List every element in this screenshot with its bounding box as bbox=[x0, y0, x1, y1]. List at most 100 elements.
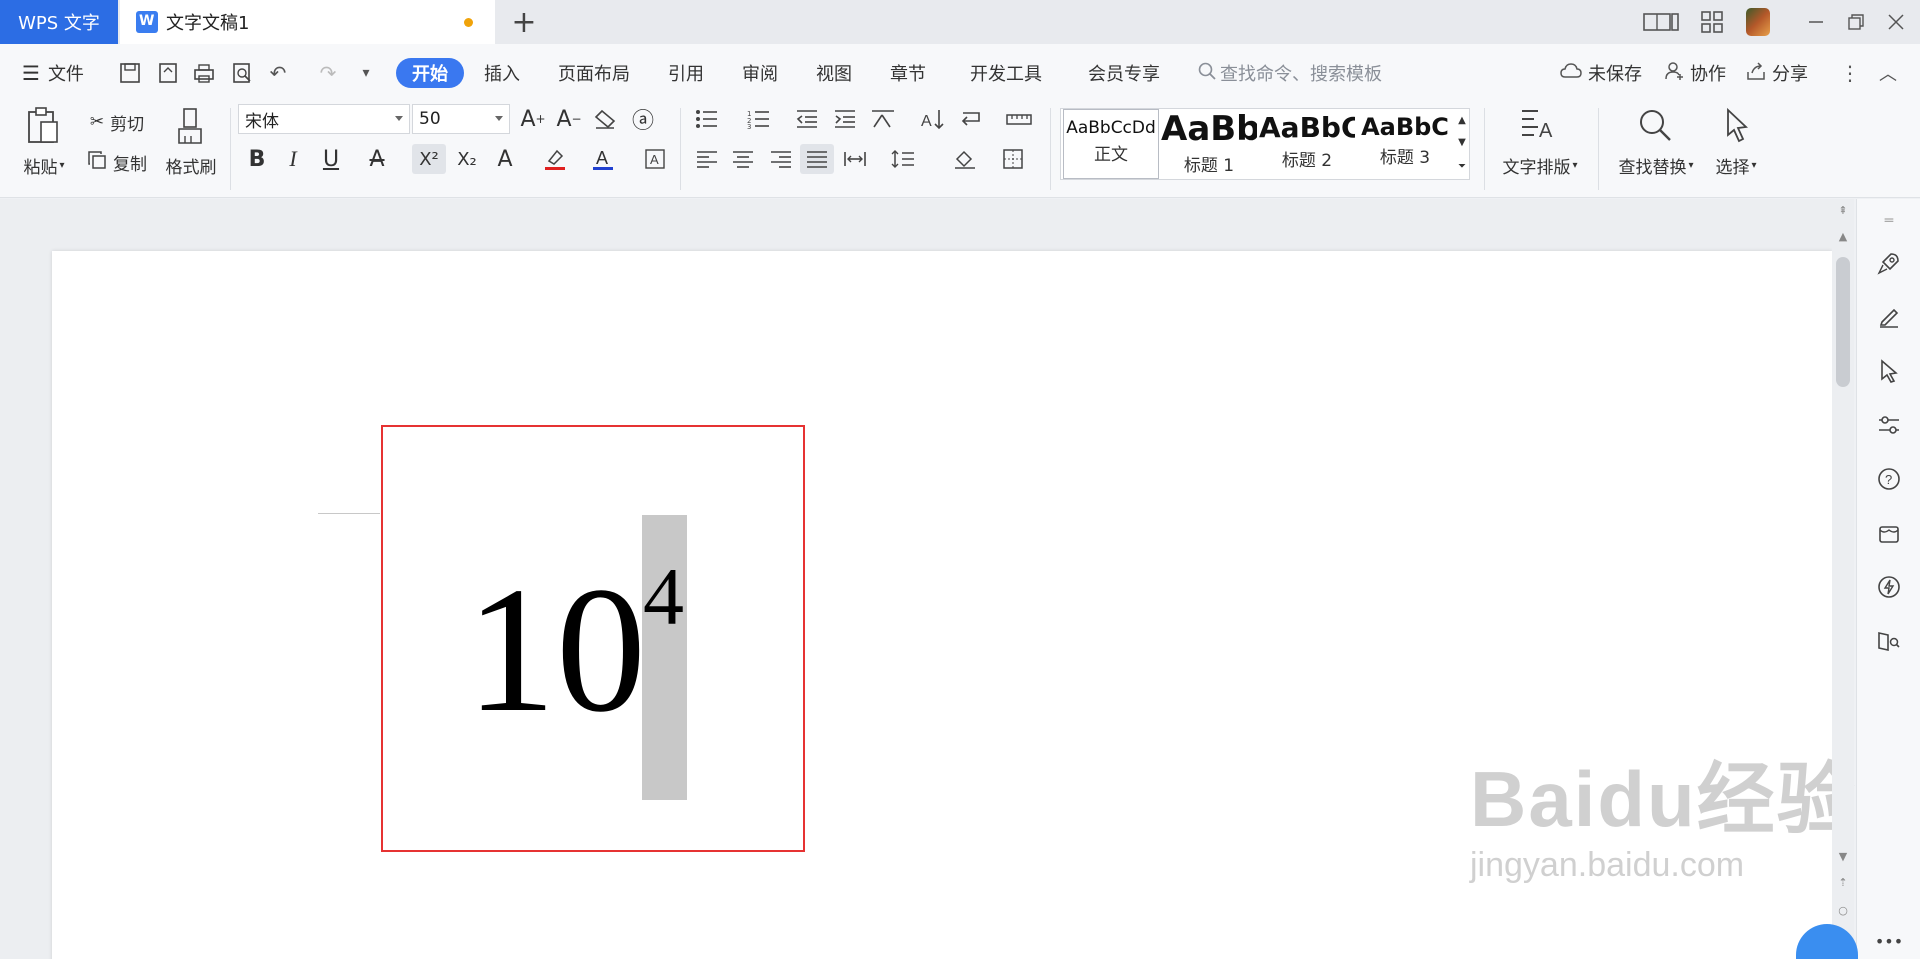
app-tab[interactable]: WPS 文字 bbox=[0, 0, 118, 44]
settings-sliders-icon[interactable] bbox=[1875, 411, 1903, 439]
phonetic-guide-icon[interactable]: ⓐ bbox=[626, 104, 660, 134]
tab-developer[interactable]: 开发工具 bbox=[970, 58, 1042, 88]
copy-button[interactable]: 复制 bbox=[80, 146, 154, 178]
tab-chapter[interactable]: 章节 bbox=[890, 58, 926, 88]
font-name-select[interactable]: 宋体 bbox=[238, 104, 410, 134]
underline-icon[interactable]: U bbox=[314, 144, 348, 174]
scrollbar-thumb[interactable] bbox=[1836, 257, 1850, 387]
text-layout-icon[interactable]: A bbox=[1506, 104, 1572, 146]
shading-icon[interactable] bbox=[948, 144, 982, 174]
tab-start[interactable]: 开始 bbox=[396, 58, 464, 88]
minimize-icon[interactable] bbox=[1802, 8, 1830, 36]
more-icon[interactable]: ••• bbox=[1875, 927, 1903, 955]
scroll-up-icon[interactable]: ▲ bbox=[1836, 229, 1850, 243]
style-normal[interactable]: AaBbCcDd 正文 bbox=[1063, 109, 1159, 179]
decrease-font-size-icon[interactable]: A − bbox=[552, 104, 586, 134]
paste-button[interactable]: 粘贴 ▾ bbox=[16, 152, 72, 178]
font-color-icon[interactable]: A bbox=[586, 144, 620, 174]
save-icon[interactable] bbox=[116, 58, 144, 88]
italic-icon[interactable]: I bbox=[276, 144, 310, 174]
vertical-scrollbar[interactable]: ⇞ ▲ ▼ ⇡ ○ ⇣ bbox=[1832, 199, 1854, 959]
format-painter-icon[interactable] bbox=[162, 104, 218, 148]
style-heading-2[interactable]: AaBbC 标题 2 bbox=[1259, 109, 1355, 179]
unsaved-status[interactable]: 未保存 bbox=[1560, 58, 1642, 88]
increase-indent-icon[interactable] bbox=[828, 104, 862, 134]
file-menu[interactable]: ☰ 文件 bbox=[22, 58, 84, 88]
more-options-icon[interactable]: ⋮ bbox=[1836, 58, 1864, 88]
styles-scroll-up-icon[interactable]: ▲ bbox=[1454, 110, 1470, 130]
distributed-align-icon[interactable] bbox=[838, 144, 872, 174]
style-heading-3[interactable]: AaBbC 标题 3 bbox=[1357, 109, 1453, 179]
pen-edit-icon[interactable] bbox=[1875, 303, 1903, 331]
text-effect-icon[interactable]: A bbox=[488, 144, 522, 174]
reading-layout-icon[interactable] bbox=[1642, 8, 1680, 36]
undo-icon[interactable]: ↶ bbox=[264, 58, 292, 88]
decrease-indent-icon[interactable] bbox=[790, 104, 824, 134]
align-center-icon[interactable] bbox=[726, 144, 760, 174]
subscript-icon[interactable]: X₂ bbox=[450, 144, 484, 174]
lightning-icon[interactable] bbox=[1875, 573, 1903, 601]
tab-review[interactable]: 审阅 bbox=[742, 58, 778, 88]
clear-formatting-icon[interactable] bbox=[588, 104, 622, 134]
superscript-icon[interactable]: X² bbox=[412, 144, 446, 174]
sidebar-handle-icon[interactable]: ═ bbox=[1875, 207, 1903, 235]
grid-apps-icon[interactable] bbox=[1698, 8, 1726, 36]
tab-references[interactable]: 引用 bbox=[668, 58, 704, 88]
previous-page-icon[interactable]: ⇡ bbox=[1836, 875, 1850, 889]
ruler-icon[interactable] bbox=[1002, 104, 1036, 134]
scroll-down-icon[interactable]: ▼ bbox=[1836, 849, 1850, 863]
find-replace-button[interactable]: 查找替换 ▾ bbox=[1610, 152, 1702, 178]
close-icon[interactable] bbox=[1882, 8, 1910, 36]
justify-icon[interactable] bbox=[800, 144, 834, 174]
store-icon[interactable] bbox=[1875, 519, 1903, 547]
share-button[interactable]: 分享 bbox=[1746, 58, 1808, 88]
new-tab-button[interactable]: + bbox=[508, 5, 540, 40]
increase-font-size-icon[interactable]: A + bbox=[516, 104, 550, 134]
line-spacing-icon[interactable] bbox=[886, 144, 920, 174]
sort-icon[interactable]: A bbox=[916, 104, 950, 134]
show-paragraph-marks-icon[interactable] bbox=[954, 104, 988, 134]
tab-view[interactable]: 视图 bbox=[816, 58, 852, 88]
tab-page-layout[interactable]: 页面布局 bbox=[558, 58, 630, 88]
align-left-icon[interactable] bbox=[690, 144, 724, 174]
cut-button[interactable]: ✂ 剪切 bbox=[80, 106, 154, 138]
text-layout-button[interactable]: 文字排版 ▾ bbox=[1494, 152, 1586, 178]
avatar[interactable] bbox=[1744, 8, 1772, 36]
tab-insert[interactable]: 插入 bbox=[484, 58, 520, 88]
reading-search-icon[interactable] bbox=[1875, 627, 1903, 655]
collaborate-button[interactable]: 协作 bbox=[1664, 58, 1726, 88]
paste-icon[interactable] bbox=[18, 104, 68, 148]
styles-expand-icon[interactable]: ⏷ bbox=[1454, 156, 1470, 176]
command-search-input[interactable]: 查找命令、搜索模板 bbox=[1198, 58, 1382, 88]
character-border-icon[interactable]: A bbox=[638, 144, 672, 174]
bold-icon[interactable]: B bbox=[240, 144, 274, 174]
strikethrough-icon[interactable]: A bbox=[360, 144, 394, 174]
print-preview-icon[interactable] bbox=[228, 58, 256, 88]
select-button[interactable]: 选择 ▾ bbox=[1708, 152, 1764, 178]
scroll-top-icon[interactable]: ⇞ bbox=[1836, 203, 1850, 217]
align-right-icon[interactable] bbox=[764, 144, 798, 174]
numbered-list-icon[interactable]: 123 bbox=[742, 104, 776, 134]
select-browse-object-icon[interactable]: ○ bbox=[1836, 903, 1850, 917]
text-direction-icon[interactable] bbox=[866, 104, 900, 134]
rocket-icon[interactable] bbox=[1875, 249, 1903, 277]
export-pdf-icon[interactable] bbox=[154, 58, 182, 88]
bullet-list-icon[interactable] bbox=[690, 104, 724, 134]
select-pointer-icon[interactable] bbox=[1714, 104, 1760, 146]
print-icon[interactable] bbox=[190, 58, 218, 88]
tab-member[interactable]: 会员专享 bbox=[1088, 58, 1160, 88]
svg-text:3: 3 bbox=[747, 123, 751, 129]
customize-quick-access-icon[interactable]: ▾ bbox=[352, 58, 380, 88]
styles-scroll-down-icon[interactable]: ▼ bbox=[1454, 132, 1470, 152]
select-cursor-icon[interactable] bbox=[1875, 357, 1903, 385]
restore-icon[interactable] bbox=[1842, 8, 1870, 36]
highlight-color-icon[interactable] bbox=[538, 144, 572, 174]
font-size-select[interactable]: 50 bbox=[412, 104, 510, 134]
collapse-ribbon-icon[interactable]: ︿ bbox=[1874, 58, 1902, 88]
style-heading-1[interactable]: AaBb 标题 1 bbox=[1161, 109, 1257, 179]
find-replace-icon[interactable] bbox=[1630, 104, 1680, 146]
format-painter-button[interactable]: 格式刷 bbox=[160, 152, 222, 178]
borders-icon[interactable] bbox=[996, 144, 1030, 174]
help-icon[interactable]: ? bbox=[1875, 465, 1903, 493]
document-tab[interactable]: 文字文稿1 bbox=[120, 0, 495, 44]
